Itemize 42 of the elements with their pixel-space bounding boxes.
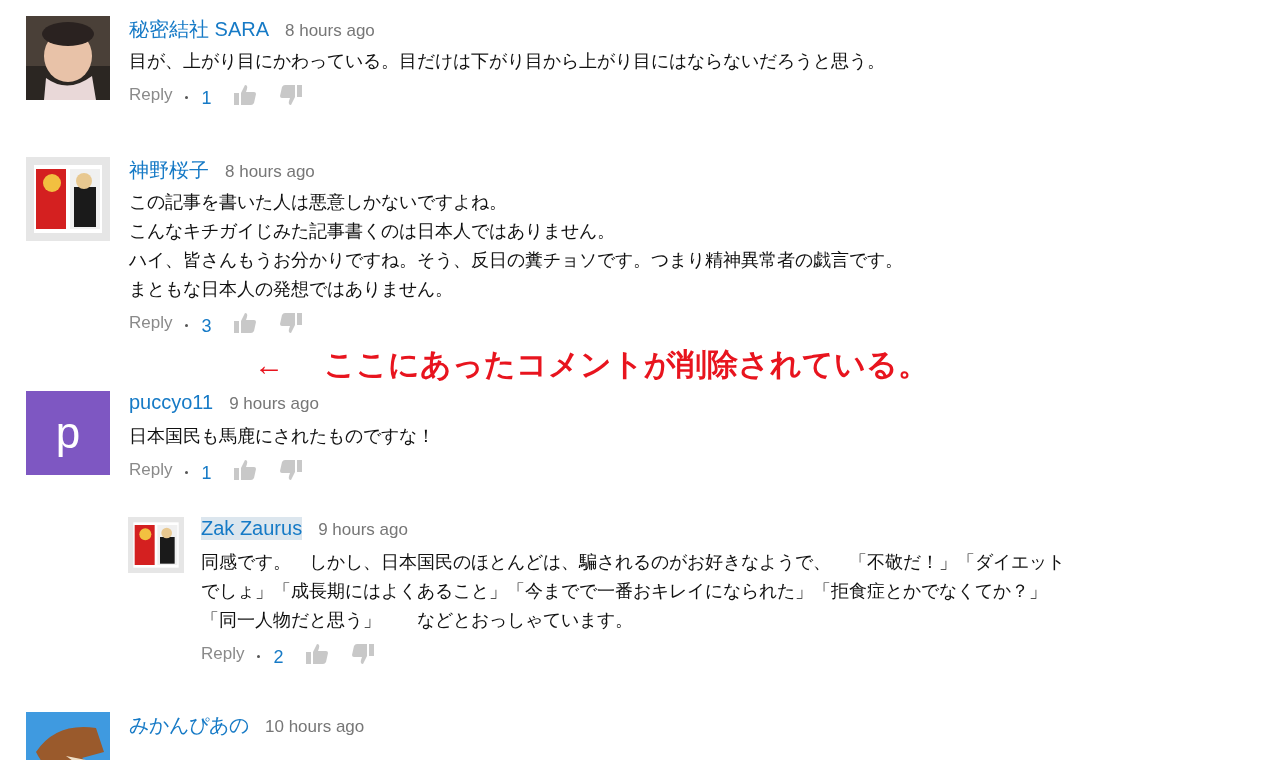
author-link[interactable]: 神野桜子 xyxy=(129,157,209,184)
comment-text: 目が、上がり目にかわっている。目だけは下がり目から上がり目にはならないだろうと思う。 xyxy=(129,49,885,73)
thumbs-down-icon[interactable] xyxy=(279,83,304,107)
comment-text: まともな日本人の発想ではありません。 xyxy=(129,277,454,301)
comment-time: 10 hours ago xyxy=(265,717,365,737)
like-count: 1 xyxy=(201,462,212,484)
author-link[interactable]: みかんぴあの xyxy=(129,712,249,739)
comment-time: 8 hours ago xyxy=(225,162,315,182)
thumbs-down-icon[interactable] xyxy=(279,458,304,482)
comment-text: この記事を書いた人は悪意しかないですよね。 xyxy=(129,190,508,214)
avatar[interactable]: p xyxy=(26,391,110,475)
thumbs-up-icon[interactable] xyxy=(233,458,258,482)
comment-time: 9 hours ago xyxy=(318,520,408,540)
separator-dot xyxy=(185,323,189,327)
like-count: 3 xyxy=(201,315,212,337)
thumbs-up-icon[interactable] xyxy=(233,311,258,335)
comment-text: 同感です。 しかし、日本国民のほとんどは、騙されるのがお好きなようで、 「不敬だ！」「ダイエット xyxy=(201,550,1065,574)
author-link[interactable]: Zak Zaurus xyxy=(201,517,303,540)
like-count: 1 xyxy=(201,87,212,109)
comment-text: 日本国民も馬鹿にされたものですな！ xyxy=(129,424,435,448)
arrow-icon: ← xyxy=(254,348,284,382)
comment-text: でしょ」「成長期にはよくあること」「今までで一番おキレイになられた」「拒食症とかでなくてか？」 xyxy=(201,579,1048,603)
author-link[interactable]: 秘密結社 SARA xyxy=(129,16,270,43)
reply-link[interactable]: Reply xyxy=(129,460,173,480)
comment-time: 9 hours ago xyxy=(229,394,319,414)
thumbs-down-icon[interactable] xyxy=(351,642,376,666)
annotation: ここにあったコメントが削除されている。 xyxy=(324,345,929,384)
comment-text: 「同一人物だと思う」 などとおっしゃています。 xyxy=(201,608,634,632)
reply-link[interactable]: Reply xyxy=(129,313,173,333)
comment-text: ハイ、皆さんもうお分かりですね。そう、反日の糞チョソです。つまり精神異常者の戯言です。 xyxy=(129,248,903,272)
author-link[interactable]: puccyo11 xyxy=(129,391,214,414)
thumbs-up-icon[interactable] xyxy=(233,83,258,107)
separator-dot xyxy=(185,470,189,474)
separator-dot xyxy=(257,654,261,658)
separator-dot xyxy=(185,95,189,99)
thumbs-up-icon[interactable] xyxy=(305,642,330,666)
reply-link[interactable]: Reply xyxy=(129,85,173,105)
like-count: 2 xyxy=(273,646,284,668)
reply-link[interactable]: Reply xyxy=(201,644,245,664)
comment-time: 8 hours ago xyxy=(285,21,375,41)
comment-text: こんなキチガイじみた記事書くのは日本人ではありません。 xyxy=(129,219,616,243)
thumbs-down-icon[interactable] xyxy=(279,311,304,335)
